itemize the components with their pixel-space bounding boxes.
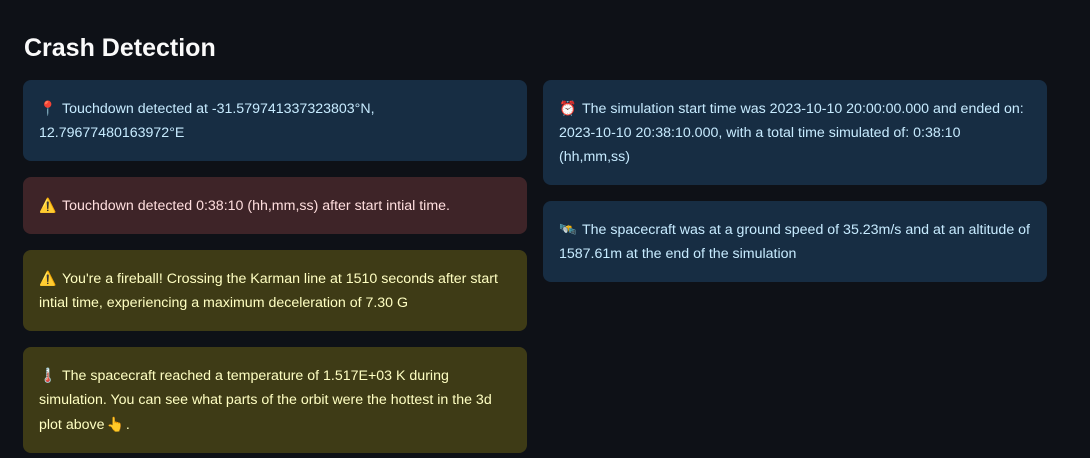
left-column: 📍 Touchdown detected at -31.5797413373238… xyxy=(23,80,527,453)
touchdown-location-alert: 📍 Touchdown detected at -31.5797413373238… xyxy=(23,80,527,161)
pointing-up-icon: 👆 xyxy=(106,416,124,432)
alert-text: The spacecraft was at a ground speed of … xyxy=(559,222,1030,262)
right-column: ⏰ The simulation start time was 2023-10-1… xyxy=(543,80,1047,282)
page-title: Crash Detection xyxy=(24,34,216,62)
alarm-clock-icon: ⏰ xyxy=(559,100,577,116)
alert-text: Touchdown detected at -31.57974133732380… xyxy=(39,101,375,141)
alert-text: The simulation start time was 2023-10-10… xyxy=(559,101,1024,165)
crash-detection-page: Crash Detection 📍 Touchdown detected at -… xyxy=(0,0,1090,458)
touchdown-time-alert: ⚠️ Touchdown detected 0:38:10 (hh,mm,ss) … xyxy=(23,177,527,234)
ground-speed-alert: 🛰️ The spacecraft was at a ground speed o… xyxy=(543,201,1047,282)
alert-text: Touchdown detected 0:38:10 (hh,mm,ss) af… xyxy=(62,198,450,214)
pin-icon: 📍 xyxy=(39,100,57,116)
simulation-time-alert: ⏰ The simulation start time was 2023-10-1… xyxy=(543,80,1047,185)
warning-icon: ⚠️ xyxy=(39,197,57,213)
alert-text: You're a fireball! Crossing the Karman l… xyxy=(39,271,498,311)
temperature-alert: 🌡️ The spacecraft reached a temperature o… xyxy=(23,347,527,453)
warning-icon: ⚠️ xyxy=(39,270,57,286)
alert-trailing-text: . xyxy=(125,417,130,433)
thermometer-icon: 🌡️ xyxy=(39,367,57,383)
satellite-icon: 🛰️ xyxy=(559,221,577,237)
fireball-alert: ⚠️ You're a fireball! Crossing the Karman… xyxy=(23,250,527,331)
